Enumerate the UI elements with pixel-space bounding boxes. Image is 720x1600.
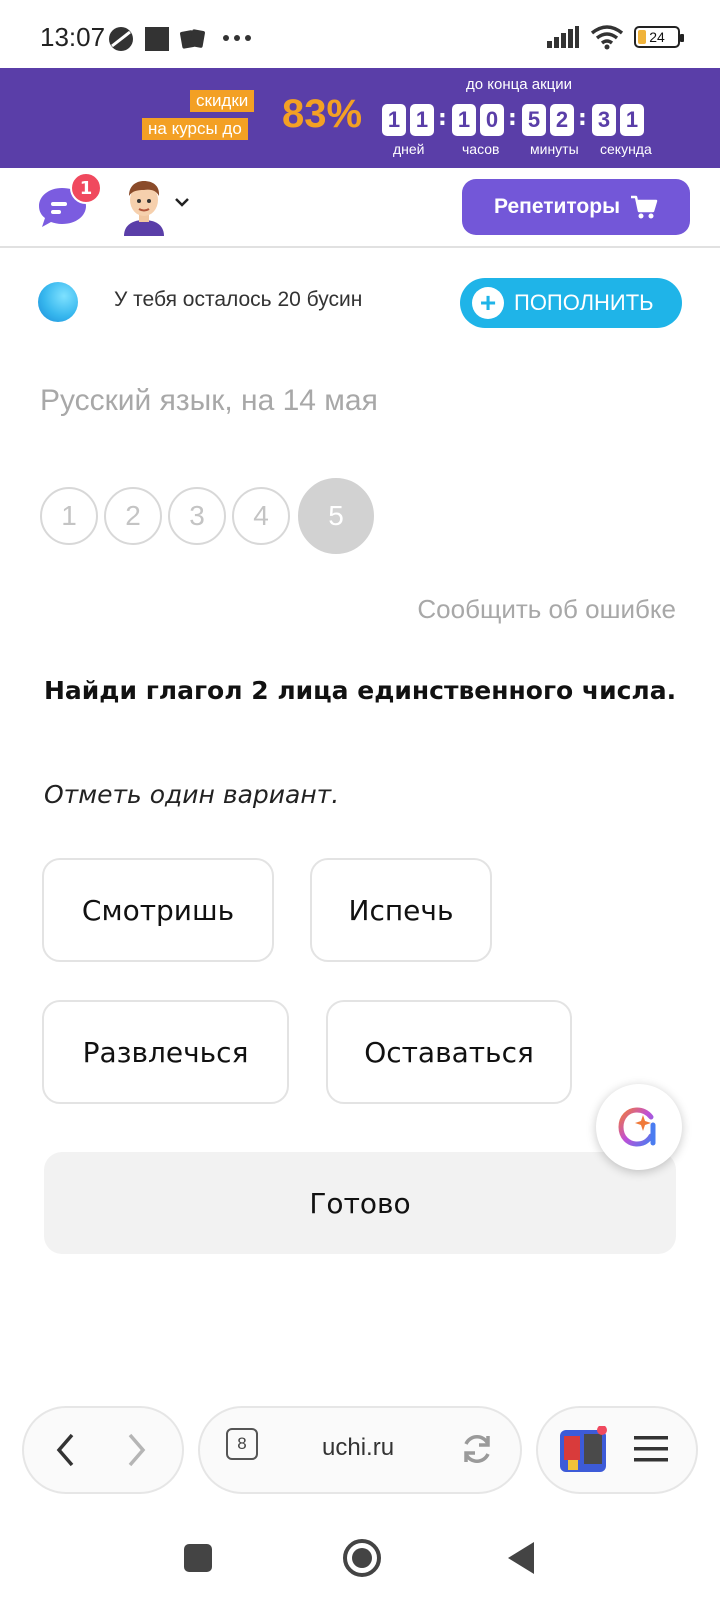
square-notification-icon [145, 27, 169, 51]
menu-icon[interactable] [634, 1434, 668, 1464]
cards-notification-icon [180, 29, 205, 49]
browser-toolbar: 8 uchi.ru [0, 1400, 720, 1500]
battery-level: 24 [649, 29, 665, 45]
bead-icon [38, 282, 78, 322]
countdown-digit: 1 [410, 104, 434, 136]
step-4[interactable]: 4 [232, 487, 290, 545]
forward-arrow-icon[interactable] [124, 1432, 148, 1468]
countdown-digit: 1 [382, 104, 406, 136]
countdown-digit: 1 [452, 104, 476, 136]
step-5-current[interactable]: 5 [298, 478, 374, 554]
app-notification-icon [109, 27, 133, 51]
status-time: 13:07 [40, 22, 106, 52]
step-1[interactable]: 1 [40, 487, 98, 545]
countdown-colon: : [578, 106, 587, 131]
chat-unread-badge: 1 [70, 172, 102, 204]
status-bar: 13:07 24 [0, 0, 720, 68]
countdown-colon: : [438, 106, 447, 131]
answer-option[interactable]: Испечь [310, 858, 492, 962]
user-avatar-icon [124, 181, 164, 236]
question-text: Найди глагол 2 лица единственного числа. [44, 676, 677, 705]
beads-balance-text: У тебя осталось 20 бусин [114, 288, 363, 311]
answer-option[interactable]: Развлечься [42, 1000, 289, 1104]
more-notifications-icon [223, 35, 251, 41]
recents-icon[interactable] [182, 1542, 214, 1574]
chevron-down-icon[interactable] [174, 196, 190, 208]
plus-icon: + [472, 287, 504, 319]
avatar[interactable] [120, 178, 168, 236]
tutors-button-label: Репетиторы [493, 195, 621, 218]
answer-option[interactable]: Оставаться [326, 1000, 572, 1104]
assistant-button[interactable] [596, 1084, 682, 1170]
promo-tag-line1: скидки [190, 90, 255, 112]
countdown-digit: 3 [592, 104, 616, 136]
wifi-icon [590, 25, 624, 50]
tabs-count[interactable]: 8 [226, 1428, 258, 1460]
ai-assistant-icon [618, 1107, 656, 1147]
countdown-unit-days: дней [393, 141, 425, 157]
promo-tag-line2: на курсы до [142, 118, 248, 140]
topup-button[interactable]: + ПОПОЛНИТЬ [460, 278, 682, 328]
back-triangle-icon[interactable] [506, 1540, 536, 1576]
signal-icon [547, 26, 579, 48]
back-arrow-icon[interactable] [54, 1432, 78, 1468]
countdown-unit-hours: часов [462, 141, 500, 157]
answer-option[interactable]: Смотришь [42, 858, 274, 962]
countdown-unit-minutes: минуты [530, 141, 579, 157]
tutors-button[interactable]: Репетиторы [462, 179, 690, 235]
promo-percent: 83% [282, 92, 363, 136]
step-2[interactable]: 2 [104, 487, 162, 545]
question-hint: Отметь один вариант. [44, 780, 340, 809]
topup-button-label: ПОПОЛНИТЬ [514, 290, 654, 315]
done-button[interactable]: Готово [44, 1152, 676, 1254]
system-nav-bar [0, 1500, 720, 1600]
countdown-digit: 0 [480, 104, 504, 136]
countdown-digit: 5 [522, 104, 546, 136]
url-text[interactable]: uchi.ru [322, 1434, 394, 1462]
countdown-unit-seconds: секунда [600, 141, 652, 157]
app-header: 1 Репетиторы [0, 168, 720, 248]
extension-game-icon[interactable] [558, 1426, 608, 1476]
countdown-digit: 1 [620, 104, 644, 136]
lesson-subject: Русский язык, на 14 мая [40, 384, 378, 417]
browser-nav-group [22, 1406, 184, 1494]
report-error-link[interactable]: Сообщить об ошибке [417, 594, 676, 625]
countdown-digit: 2 [550, 104, 574, 136]
reload-icon[interactable] [460, 1432, 494, 1466]
step-3[interactable]: 3 [168, 487, 226, 545]
battery-indicator: 24 [634, 26, 684, 48]
home-icon[interactable] [342, 1538, 382, 1578]
countdown-colon: : [508, 106, 517, 131]
promo-until-label: до конца акции [466, 76, 572, 93]
cart-icon [631, 195, 658, 219]
